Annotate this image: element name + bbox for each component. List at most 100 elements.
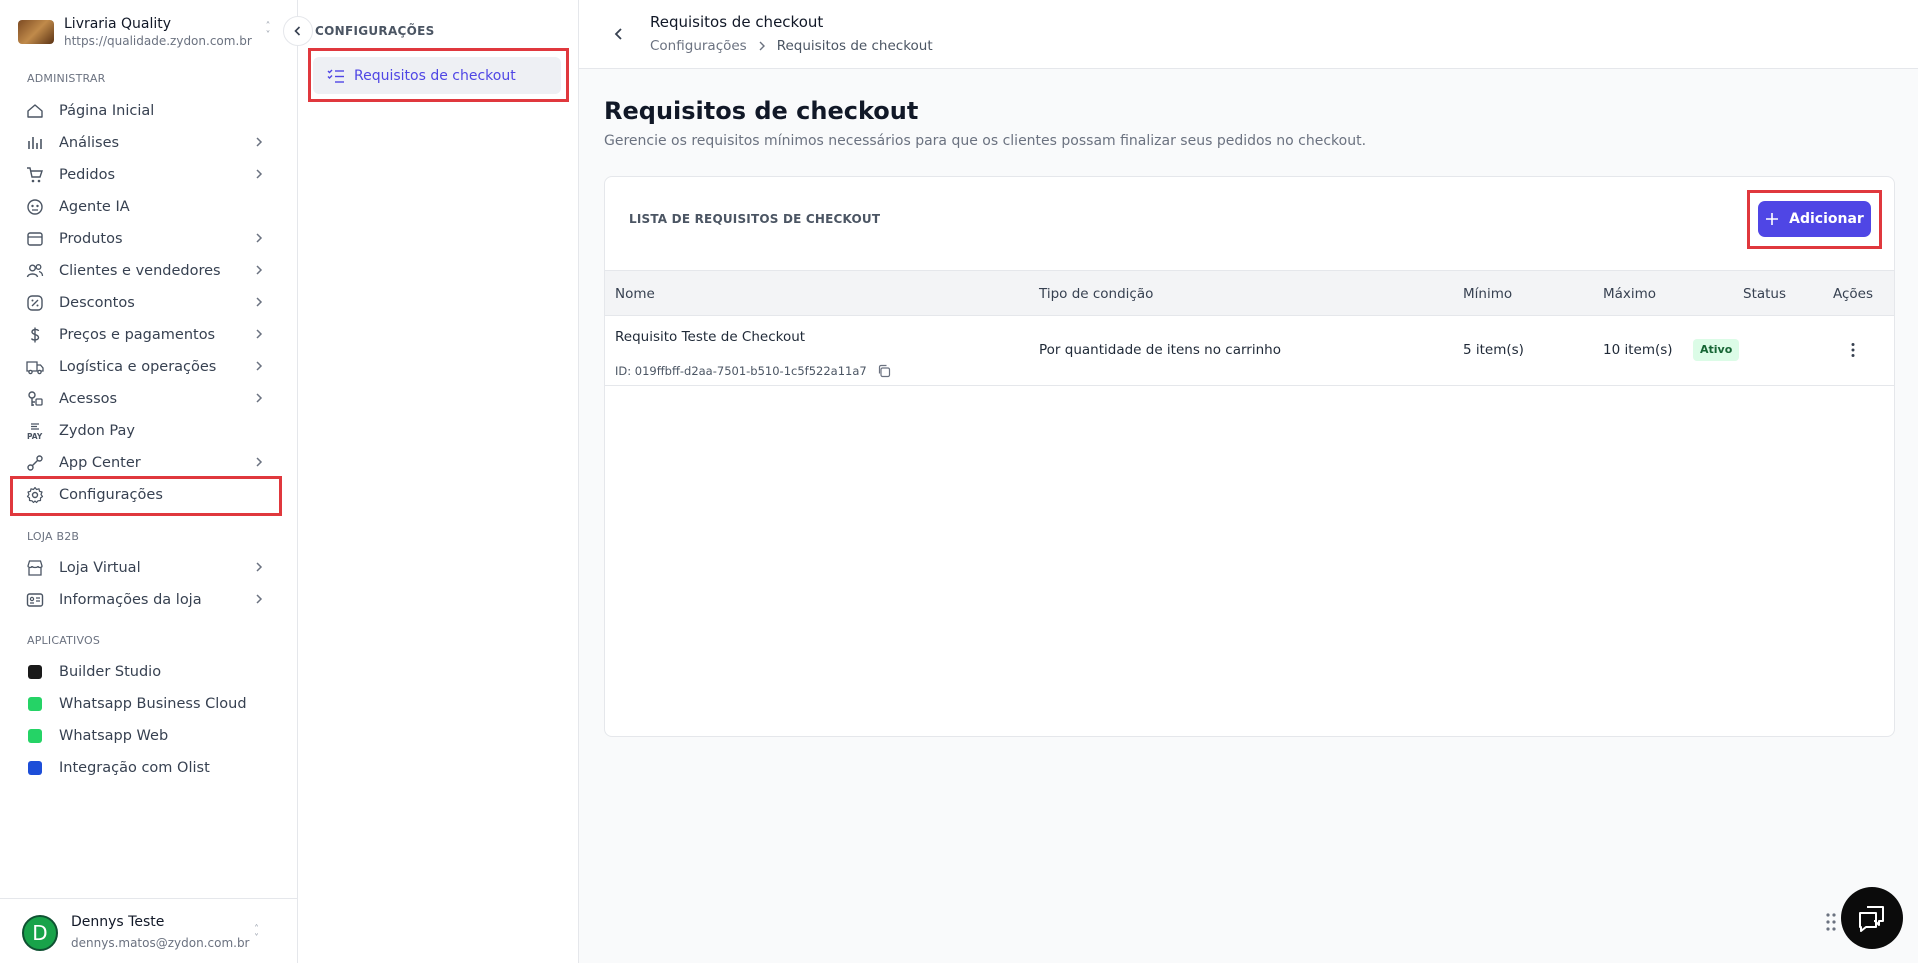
chevron-left-icon [294,26,301,36]
discount-icon [24,292,46,314]
column-header-min: Mínimo [1463,286,1513,302]
plus-icon [1766,213,1779,225]
sidebar-item-app-center[interactable]: App Center [24,448,274,478]
sidebar-item-label: Acessos [59,391,118,407]
chevron-left-icon [614,28,622,40]
store-icon [24,557,46,579]
svg-text:PAY: PAY [27,432,43,440]
cart-icon [24,164,46,186]
avatar: D [22,915,58,951]
user-email: dennys.matos@zydon.com.br [71,936,250,950]
up-down-icon[interactable]: ˄ ˅ [262,22,274,41]
breadcrumb-current: Requisitos de checkout [776,38,933,54]
main-content: Requisitos de checkout Configurações Req… [579,0,1918,963]
top-bar: Requisitos de checkout Configurações Req… [579,0,1918,69]
chevron-right-icon [252,231,266,245]
requirements-card: LISTA DE REQUISITOS DE CHECKOUT Adiciona… [604,176,1895,737]
sidebar-item-produtos[interactable]: Produtos [24,224,274,254]
sidebar-app-whatsapp-business-cloud[interactable]: Whatsapp Business Cloud [24,689,274,719]
sidebar-item-precos-e-pagamentos[interactable]: Preços e pagamentos [24,320,274,350]
sidebar-item-label: Clientes e vendedores [59,263,221,279]
app-logo-icon [28,697,42,711]
sidebar-item-label: Produtos [59,231,123,247]
sidebar-item-label: Configurações [59,487,163,503]
sidebar-item-label: Whatsapp Business Cloud [59,696,247,712]
sidebar-item-label: Loja Virtual [59,560,141,576]
sidebar-item-label: Pedidos [59,167,116,183]
chevron-right-icon [252,167,266,181]
section-label-admin: ADMINISTRAR [27,72,106,85]
column-header-actions: Ações [1833,286,1874,302]
back-button[interactable] [611,24,627,44]
store-url: https://qualidade.zydon.com.br [64,34,252,48]
sidebar-item-pedidos[interactable]: Pedidos [24,160,274,190]
user-name: Dennys Teste [71,914,165,930]
settings-item-checkout-requirements[interactable]: Requisitos de checkout [313,57,561,94]
sidebar-item-logistica-e-operacoes[interactable]: Logística e operações [24,352,274,382]
sidebar-item-label: Integração com Olist [59,760,210,776]
chat-icon [1859,906,1884,932]
sidebar-item-label: Logística e operações [59,359,217,375]
chevron-right-icon [252,263,266,277]
drag-handle-icon[interactable] [1825,912,1837,932]
requirement-type: Por quantidade de itens no carrinho [1039,342,1281,358]
requirement-id-text: ID: 019ffbff-d2aa-7501-b510-1c5f522a11a7 [615,364,867,378]
sidebar-item-label: Zydon Pay [59,423,135,439]
user-profile[interactable]: D Dennys Teste dennys.matos@zydon.com.br… [0,898,298,963]
sidebar-item-pagina-inicial[interactable]: Página Inicial [24,96,274,126]
robot-icon [24,196,46,218]
settings-item-label: Requisitos de checkout [354,67,516,84]
apps-icon [24,452,46,474]
sidebar-app-integracao-com-olist[interactable]: Integração com Olist [24,753,274,783]
chevron-right-icon [252,327,266,341]
add-button[interactable]: Adicionar [1758,201,1871,237]
info-card-icon [24,589,46,611]
list-check-icon [327,69,344,83]
chat-button[interactable] [1841,887,1903,949]
sidebar: Livraria Quality https://qualidade.zydon… [0,0,298,963]
requirement-max: 10 item(s) [1603,342,1673,358]
chevron-right-icon [252,359,266,373]
sidebar-item-acessos[interactable]: Acessos [24,384,274,414]
sidebar-app-whatsapp-web[interactable]: Whatsapp Web [24,721,274,751]
sidebar-item-agente-ia[interactable]: Agente IA [24,192,274,222]
page-title: Requisitos de checkout [604,97,919,125]
breadcrumb-parent-link[interactable]: Configurações [650,38,747,54]
sidebar-item-zydon-pay[interactable]: PAY Zydon Pay [24,416,274,446]
copy-icon[interactable] [877,364,891,378]
table-row[interactable]: Requisito Teste de Checkout ID: 019ffbff… [605,316,1894,386]
sidebar-item-analises[interactable]: Análises [24,128,274,158]
section-label-b2b: LOJA B2B [27,530,80,543]
column-header-max: Máximo [1603,286,1657,302]
breadcrumb: Configurações Requisitos de checkout [650,38,933,54]
sidebar-item-label: Agente IA [59,199,130,215]
sidebar-item-loja-virtual[interactable]: Loja Virtual [24,553,274,583]
store-name: Livraria Quality [64,16,172,32]
collapse-sidebar-button[interactable] [283,16,313,46]
chevron-right-icon [252,560,266,574]
requirement-id: ID: 019ffbff-d2aa-7501-b510-1c5f522a11a7 [615,364,891,378]
sidebar-item-label: Builder Studio [59,664,162,680]
column-header-status: Status [1743,286,1787,302]
chevron-right-icon [252,391,266,405]
sidebar-item-clientes-e-vendedores[interactable]: Clientes e vendedores [24,256,274,286]
truck-icon [24,356,46,378]
sidebar-item-label: Descontos [59,295,135,311]
sidebar-item-label: App Center [59,455,141,471]
store-switcher[interactable]: Livraria Quality https://qualidade.zydon… [18,12,278,52]
sidebar-item-descontos[interactable]: Descontos [24,288,274,318]
sidebar-item-label: Página Inicial [59,103,155,119]
requirement-min: 5 item(s) [1463,342,1524,358]
sidebar-item-configuracoes[interactable]: Configurações [24,480,274,510]
dollar-icon [24,324,46,346]
section-label-apps: APLICATIVOS [27,634,101,647]
more-actions-icon[interactable] [1850,342,1856,358]
app-logo-icon [28,761,42,775]
sidebar-app-builder-studio[interactable]: Builder Studio [24,657,274,687]
store-logo [18,20,54,44]
sidebar-item-label: Preços e pagamentos [59,327,216,343]
pay-icon: PAY [24,420,46,442]
sidebar-item-informacoes-da-loja[interactable]: Informações da loja [24,585,274,615]
sidebar-item-label: Whatsapp Web [59,728,169,744]
up-down-icon[interactable]: ˄ ˅ [254,925,259,944]
